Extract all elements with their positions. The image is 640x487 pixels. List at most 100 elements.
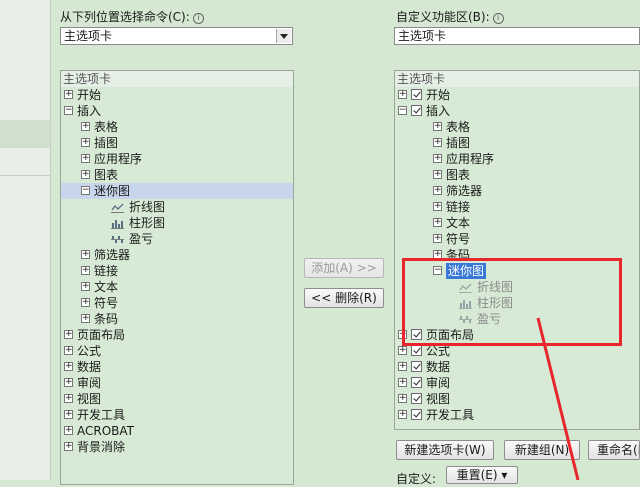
checkbox-checked-icon[interactable] [411, 409, 422, 420]
left_tree-item[interactable]: + 公式 [61, 343, 293, 359]
expand-plus-icon[interactable]: + [81, 138, 90, 147]
right_tree-item[interactable]: + 链接 [395, 199, 639, 215]
expand-plus-icon[interactable]: + [433, 186, 442, 195]
checkbox-checked-icon[interactable] [411, 361, 422, 372]
expand-plus-icon[interactable]: + [398, 394, 407, 403]
expand-plus-icon[interactable]: + [398, 378, 407, 387]
left_tree-item[interactable]: + 审阅 [61, 375, 293, 391]
expand-plus-icon[interactable]: + [81, 250, 90, 259]
right_tree-item[interactable]: + 页面布局 [395, 327, 639, 343]
left_tree-item[interactable]: + 应用程序 [61, 151, 293, 167]
rename-button[interactable]: 重命名(M)... [588, 440, 640, 460]
commands-source-dropdown[interactable]: 主选项卡 [60, 27, 293, 45]
left_tree-item[interactable]: + 插图 [61, 135, 293, 151]
reset-dropdown-button[interactable]: 重置(E) ▾ [446, 466, 518, 484]
checkbox-checked-icon[interactable] [411, 393, 422, 404]
left_tree-item[interactable]: + 页面布局 [61, 327, 293, 343]
right_tree-item[interactable]: + 表格 [395, 119, 639, 135]
right_tree-item[interactable]: + 数据 [395, 359, 639, 375]
left_tree-item[interactable]: + 开始 [61, 87, 293, 103]
right_tree-item[interactable]: − 迷你图 [395, 263, 639, 279]
left_tree-item[interactable]: 盈亏 [61, 231, 293, 247]
add-button[interactable]: 添加(A) >> [304, 258, 384, 278]
available-commands-list[interactable]: 主选项卡 + 开始 − 插入 + 表格 + 插图 + 应用程序 + 图表 − 迷你图 折线图 柱形图 盈亏 + 筛选… [60, 70, 294, 485]
left_tree-item[interactable]: + 背景消除 [61, 439, 293, 455]
expand-plus-icon[interactable]: + [433, 202, 442, 211]
expand-plus-icon[interactable]: + [64, 90, 73, 99]
expand-plus-icon[interactable]: + [64, 378, 73, 387]
collapse-minus-icon[interactable]: − [64, 106, 73, 115]
expand-plus-icon[interactable]: + [81, 282, 90, 291]
expand-plus-icon[interactable]: + [81, 170, 90, 179]
expand-plus-icon[interactable]: + [64, 346, 73, 355]
checkbox-checked-icon[interactable] [411, 329, 422, 340]
right_tree-item[interactable]: + 审阅 [395, 375, 639, 391]
expand-plus-icon[interactable]: + [433, 138, 442, 147]
checkbox-checked-icon[interactable] [411, 345, 422, 356]
expand-plus-icon[interactable]: + [398, 90, 407, 99]
expand-plus-icon[interactable]: + [398, 330, 407, 339]
right_tree-item[interactable]: + 插图 [395, 135, 639, 151]
right_tree-item[interactable]: 盈亏 [395, 311, 639, 327]
left_tree-item[interactable]: + 表格 [61, 119, 293, 135]
checkbox-checked-icon[interactable] [411, 89, 422, 100]
expand-plus-icon[interactable]: + [64, 330, 73, 339]
right_tree-item[interactable]: + 图表 [395, 167, 639, 183]
collapse-minus-icon[interactable]: − [398, 106, 407, 115]
left_tree-item[interactable]: + 图表 [61, 167, 293, 183]
expand-plus-icon[interactable]: + [433, 154, 442, 163]
ribbon-tabs-list[interactable]: 主选项卡 + 开始 − 插入 + 表格 + 插图 + 应用程序 + 图表 + 筛选器 + 链接 + 文本 + 符号 + 条… [394, 70, 640, 430]
left_tree-item[interactable]: − 插入 [61, 103, 293, 119]
right_tree-item[interactable]: + 文本 [395, 215, 639, 231]
remove-button[interactable]: << 删除(R) [304, 288, 384, 308]
left_tree-item[interactable]: − 迷你图 [61, 183, 293, 199]
left_tree-item[interactable]: + 开发工具 [61, 407, 293, 423]
right_tree-item[interactable]: 折线图 [395, 279, 639, 295]
left_tree-item[interactable]: + 文本 [61, 279, 293, 295]
checkbox-checked-icon[interactable] [411, 377, 422, 388]
expand-plus-icon[interactable]: + [398, 362, 407, 371]
right_tree-item[interactable]: + 符号 [395, 231, 639, 247]
right_tree-item[interactable]: + 开发工具 [395, 407, 639, 423]
left_tree-item[interactable]: + 数据 [61, 359, 293, 375]
left_tree-item[interactable]: + 条码 [61, 311, 293, 327]
left_tree-item[interactable]: + ACROBAT [61, 423, 293, 439]
left_tree-item[interactable]: + 筛选器 [61, 247, 293, 263]
left_tree-item[interactable]: 柱形图 [61, 215, 293, 231]
expand-plus-icon[interactable]: + [433, 170, 442, 179]
right_tree-item[interactable]: + 公式 [395, 343, 639, 359]
expand-plus-icon[interactable]: + [81, 314, 90, 323]
checkbox-checked-icon[interactable] [411, 105, 422, 116]
collapse-minus-icon[interactable]: − [81, 186, 90, 195]
new-tab-button[interactable]: 新建选项卡(W) [396, 440, 494, 460]
collapse-minus-icon[interactable]: − [433, 266, 442, 275]
left_tree-item[interactable]: + 符号 [61, 295, 293, 311]
expand-plus-icon[interactable]: + [81, 298, 90, 307]
customize-ribbon-dropdown[interactable]: 主选项卡 [394, 27, 640, 45]
expand-plus-icon[interactable]: + [398, 410, 407, 419]
left_tree-item[interactable]: + 视图 [61, 391, 293, 407]
left_tree-item[interactable]: 折线图 [61, 199, 293, 215]
right_tree-item[interactable]: + 筛选器 [395, 183, 639, 199]
expand-plus-icon[interactable]: + [81, 122, 90, 131]
right_tree-item[interactable]: + 应用程序 [395, 151, 639, 167]
sidebar-selected-item[interactable] [0, 120, 50, 148]
right_tree-item[interactable]: + 条码 [395, 247, 639, 263]
chevron-down-icon[interactable] [276, 29, 291, 43]
expand-plus-icon[interactable]: + [433, 218, 442, 227]
right_tree-item[interactable]: + 视图 [395, 391, 639, 407]
expand-plus-icon[interactable]: + [433, 234, 442, 243]
right_tree-item[interactable]: − 插入 [395, 103, 639, 119]
expand-plus-icon[interactable]: + [81, 154, 90, 163]
expand-plus-icon[interactable]: + [64, 394, 73, 403]
expand-plus-icon[interactable]: + [64, 410, 73, 419]
expand-plus-icon[interactable]: + [64, 426, 73, 435]
new-group-button[interactable]: 新建组(N) [504, 440, 580, 460]
left_tree-item[interactable]: + 链接 [61, 263, 293, 279]
right_tree-item[interactable]: + 开始 [395, 87, 639, 103]
expand-plus-icon[interactable]: + [64, 362, 73, 371]
expand-plus-icon[interactable]: + [433, 122, 442, 131]
expand-plus-icon[interactable]: + [81, 266, 90, 275]
expand-plus-icon[interactable]: + [64, 442, 73, 451]
right_tree-item[interactable]: 柱形图 [395, 295, 639, 311]
